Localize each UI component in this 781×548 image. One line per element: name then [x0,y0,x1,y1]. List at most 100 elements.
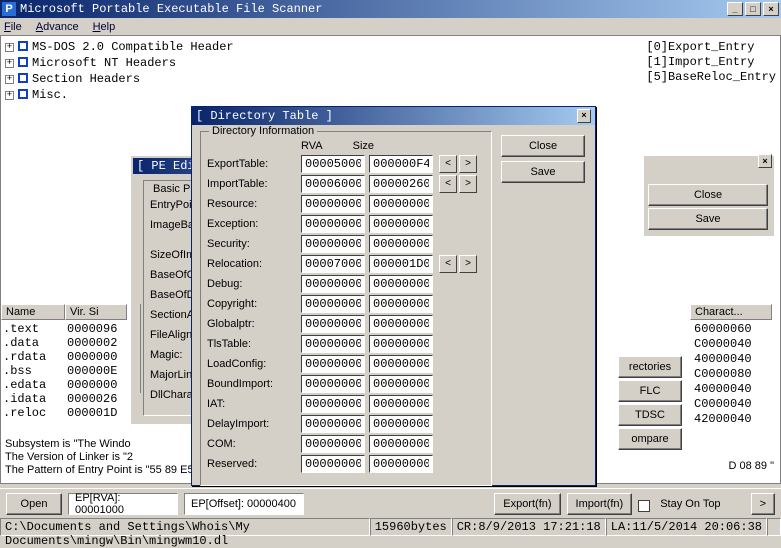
charact-column: Charact... 60000060C000004040000040C0000… [690,304,776,429]
cell-charact: C0000080 [694,367,772,382]
dir-label: Resource: [207,198,301,210]
dir-label: Reserved: [207,458,301,470]
col-charact[interactable]: Charact... [690,304,772,320]
status-path: C:\Documents and Settings\Whois\My Docum… [0,518,370,536]
expand-icon[interactable]: + [5,75,14,84]
nav-next-button[interactable]: > [459,175,477,193]
tree-item[interactable]: Microsoft NT Headers [32,56,176,70]
col-name[interactable]: Name [1,304,65,320]
table-row[interactable]: .edata0000000 [3,378,138,392]
app-titlebar: P Microsoft Portable Executable File Sca… [0,0,781,18]
nav-next-button[interactable]: > [459,155,477,173]
dialog-close-icon[interactable]: × [577,109,591,123]
size-input[interactable] [369,295,433,313]
size-input[interactable] [369,395,433,413]
size-input[interactable] [369,215,433,233]
menu-help[interactable]: Help [93,21,116,33]
menu-advance[interactable]: Advance [36,21,79,33]
tree-item[interactable]: Misc. [32,88,68,102]
dir-row: BoundImport: [207,374,485,394]
nav-prev-button[interactable]: < [439,175,457,193]
table-row[interactable]: .data0000002 [3,336,138,350]
stay-on-top-checkbox[interactable] [638,500,650,512]
size-input[interactable] [369,335,433,353]
size-input[interactable] [369,255,433,273]
table-row[interactable]: .idata0000026 [3,392,138,406]
size-input[interactable] [369,455,433,473]
flc-button[interactable]: FLC [618,380,682,402]
size-input[interactable] [369,415,433,433]
dir-row: ImportTable:<> [207,174,485,194]
close-icon[interactable]: × [758,154,772,168]
table-row[interactable]: .rdata0000000 [3,350,138,364]
rva-input[interactable] [301,275,365,293]
size-input[interactable] [369,155,433,173]
rva-input[interactable] [301,375,365,393]
node-icon [18,89,28,99]
rva-input[interactable] [301,455,365,473]
list-item[interactable]: [0]Export_Entry [646,40,776,55]
dir-row: ExportTable:<> [207,154,485,174]
cell-name: .bss [3,364,67,378]
tdsc-button[interactable]: TDSC [618,404,682,426]
export-fn-button[interactable]: Export(fn) [494,493,560,515]
rva-input[interactable] [301,155,365,173]
app-title: Microsoft Portable Executable File Scann… [20,2,322,16]
bottom-toolbar: Open EP[RVA]: 00001000 EP[Offset]: 00000… [0,488,781,518]
size-input[interactable] [369,195,433,213]
nav-next-button[interactable]: > [459,255,477,273]
rva-input[interactable] [301,415,365,433]
expand-icon[interactable]: + [5,59,14,68]
rva-input[interactable] [301,215,365,233]
directories-button[interactable]: rectories [618,356,682,378]
rva-input[interactable] [301,335,365,353]
rva-input[interactable] [301,255,365,273]
open-button[interactable]: Open [6,493,62,515]
dialog-save-button[interactable]: Save [501,161,585,183]
dir-label: COM: [207,438,301,450]
size-input[interactable] [369,355,433,373]
dir-row: Exception: [207,214,485,234]
table-row[interactable]: .bss000000E [3,364,138,378]
list-item[interactable]: [5]BaseReloc_Entry [646,70,776,85]
import-fn-button[interactable]: Import(fn) [567,493,633,515]
size-input[interactable] [369,375,433,393]
dir-label: Globalptr: [207,318,301,330]
expand-icon[interactable]: + [5,91,14,100]
nav-prev-button[interactable]: < [439,155,457,173]
menu-file[interactable]: File [4,21,22,33]
pe-close-button[interactable]: Close [648,184,768,206]
size-input[interactable] [369,235,433,253]
directory-table-dialog: [ Directory Table ] × Directory Informat… [191,106,596,486]
pe-save-button[interactable]: Save [648,208,768,230]
tree-item[interactable]: MS-DOS 2.0 Compatible Header [32,40,234,54]
rva-input[interactable] [301,295,365,313]
rva-input[interactable] [301,235,365,253]
dir-row: DelayImport: [207,414,485,434]
minimize-button[interactable]: _ [727,2,743,16]
tree-item[interactable]: Section Headers [32,72,140,86]
close-button[interactable]: × [763,2,779,16]
col-virsize[interactable]: Vir. Si [65,304,127,320]
table-row[interactable]: .text0000096 [3,322,138,336]
dir-row: Relocation:<> [207,254,485,274]
size-input[interactable] [369,315,433,333]
next-button[interactable]: > [751,493,775,515]
rva-input[interactable] [301,195,365,213]
rva-input[interactable] [301,395,365,413]
size-input[interactable] [369,175,433,193]
workspace: + MS-DOS 2.0 Compatible Header + Microsoft… [0,36,781,484]
rva-input[interactable] [301,175,365,193]
entry-list: [0]Export_Entry [1]Import_Entry [5]BaseR… [646,40,776,85]
rva-input[interactable] [301,355,365,373]
dialog-close-button[interactable]: Close [501,135,585,157]
table-row[interactable]: .reloc000001D [3,406,138,420]
rva-input[interactable] [301,435,365,453]
rva-input[interactable] [301,315,365,333]
nav-prev-button[interactable]: < [439,255,457,273]
maximize-button[interactable]: □ [745,2,761,16]
expand-icon[interactable]: + [5,43,14,52]
size-input[interactable] [369,275,433,293]
size-input[interactable] [369,435,433,453]
list-item[interactable]: [1]Import_Entry [646,55,776,70]
